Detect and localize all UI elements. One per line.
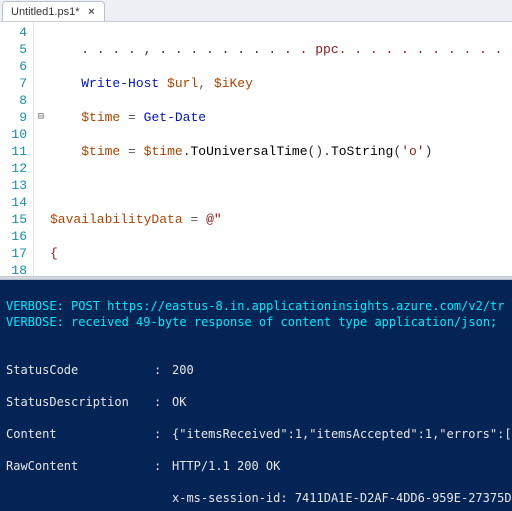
line-number-gutter: 4 5 6 7 8 9 10 11 12 13 14 15 16 17 18 1…	[0, 22, 34, 276]
verbose-line: VERBOSE: POST https://eastus-8.in.applic…	[6, 299, 505, 313]
code-line: $time = Get-Date	[50, 109, 512, 126]
fold-toggle-icon[interactable]: ⊟	[34, 109, 48, 126]
output-row: StatusDescription: OK	[6, 394, 508, 410]
console-output[interactable]: VERBOSE: POST https://eastus-8.in.applic…	[0, 280, 512, 511]
file-tab[interactable]: Untitled1.ps1* ×	[2, 1, 105, 21]
code-content[interactable]: . . . . , . . . . . . . . . . ppc. . . .…	[48, 22, 512, 276]
output-row: RawContent: HTTP/1.1 200 OK	[6, 458, 508, 474]
output-row: StatusCode: 200	[6, 362, 508, 378]
code-line: Write-Host $url, $iKey	[50, 75, 512, 92]
verbose-line: VERBOSE: received 49-byte response of co…	[6, 315, 505, 329]
code-line: . . . . , . . . . . . . . . . ppc. . . .…	[50, 41, 512, 58]
output-row: Content: {"itemsReceived":1,"itemsAccept…	[6, 426, 508, 442]
code-editor[interactable]: 4 5 6 7 8 9 10 11 12 13 14 15 16 17 18 1…	[0, 22, 512, 276]
code-line	[50, 177, 512, 194]
tab-title: Untitled1.ps1*	[11, 6, 80, 18]
code-line: $availabilityData = @"	[50, 211, 512, 228]
close-icon[interactable]: ×	[86, 6, 98, 18]
code-line: {	[50, 245, 512, 262]
tab-strip: Untitled1.ps1* ×	[0, 0, 512, 22]
fold-column: ⊟	[34, 22, 48, 276]
output-row: x-ms-session-id: 7411DA1E-D2AF-4DD6-959E…	[6, 490, 508, 506]
code-line: $time = $time.ToUniversalTime().ToString…	[50, 143, 512, 160]
